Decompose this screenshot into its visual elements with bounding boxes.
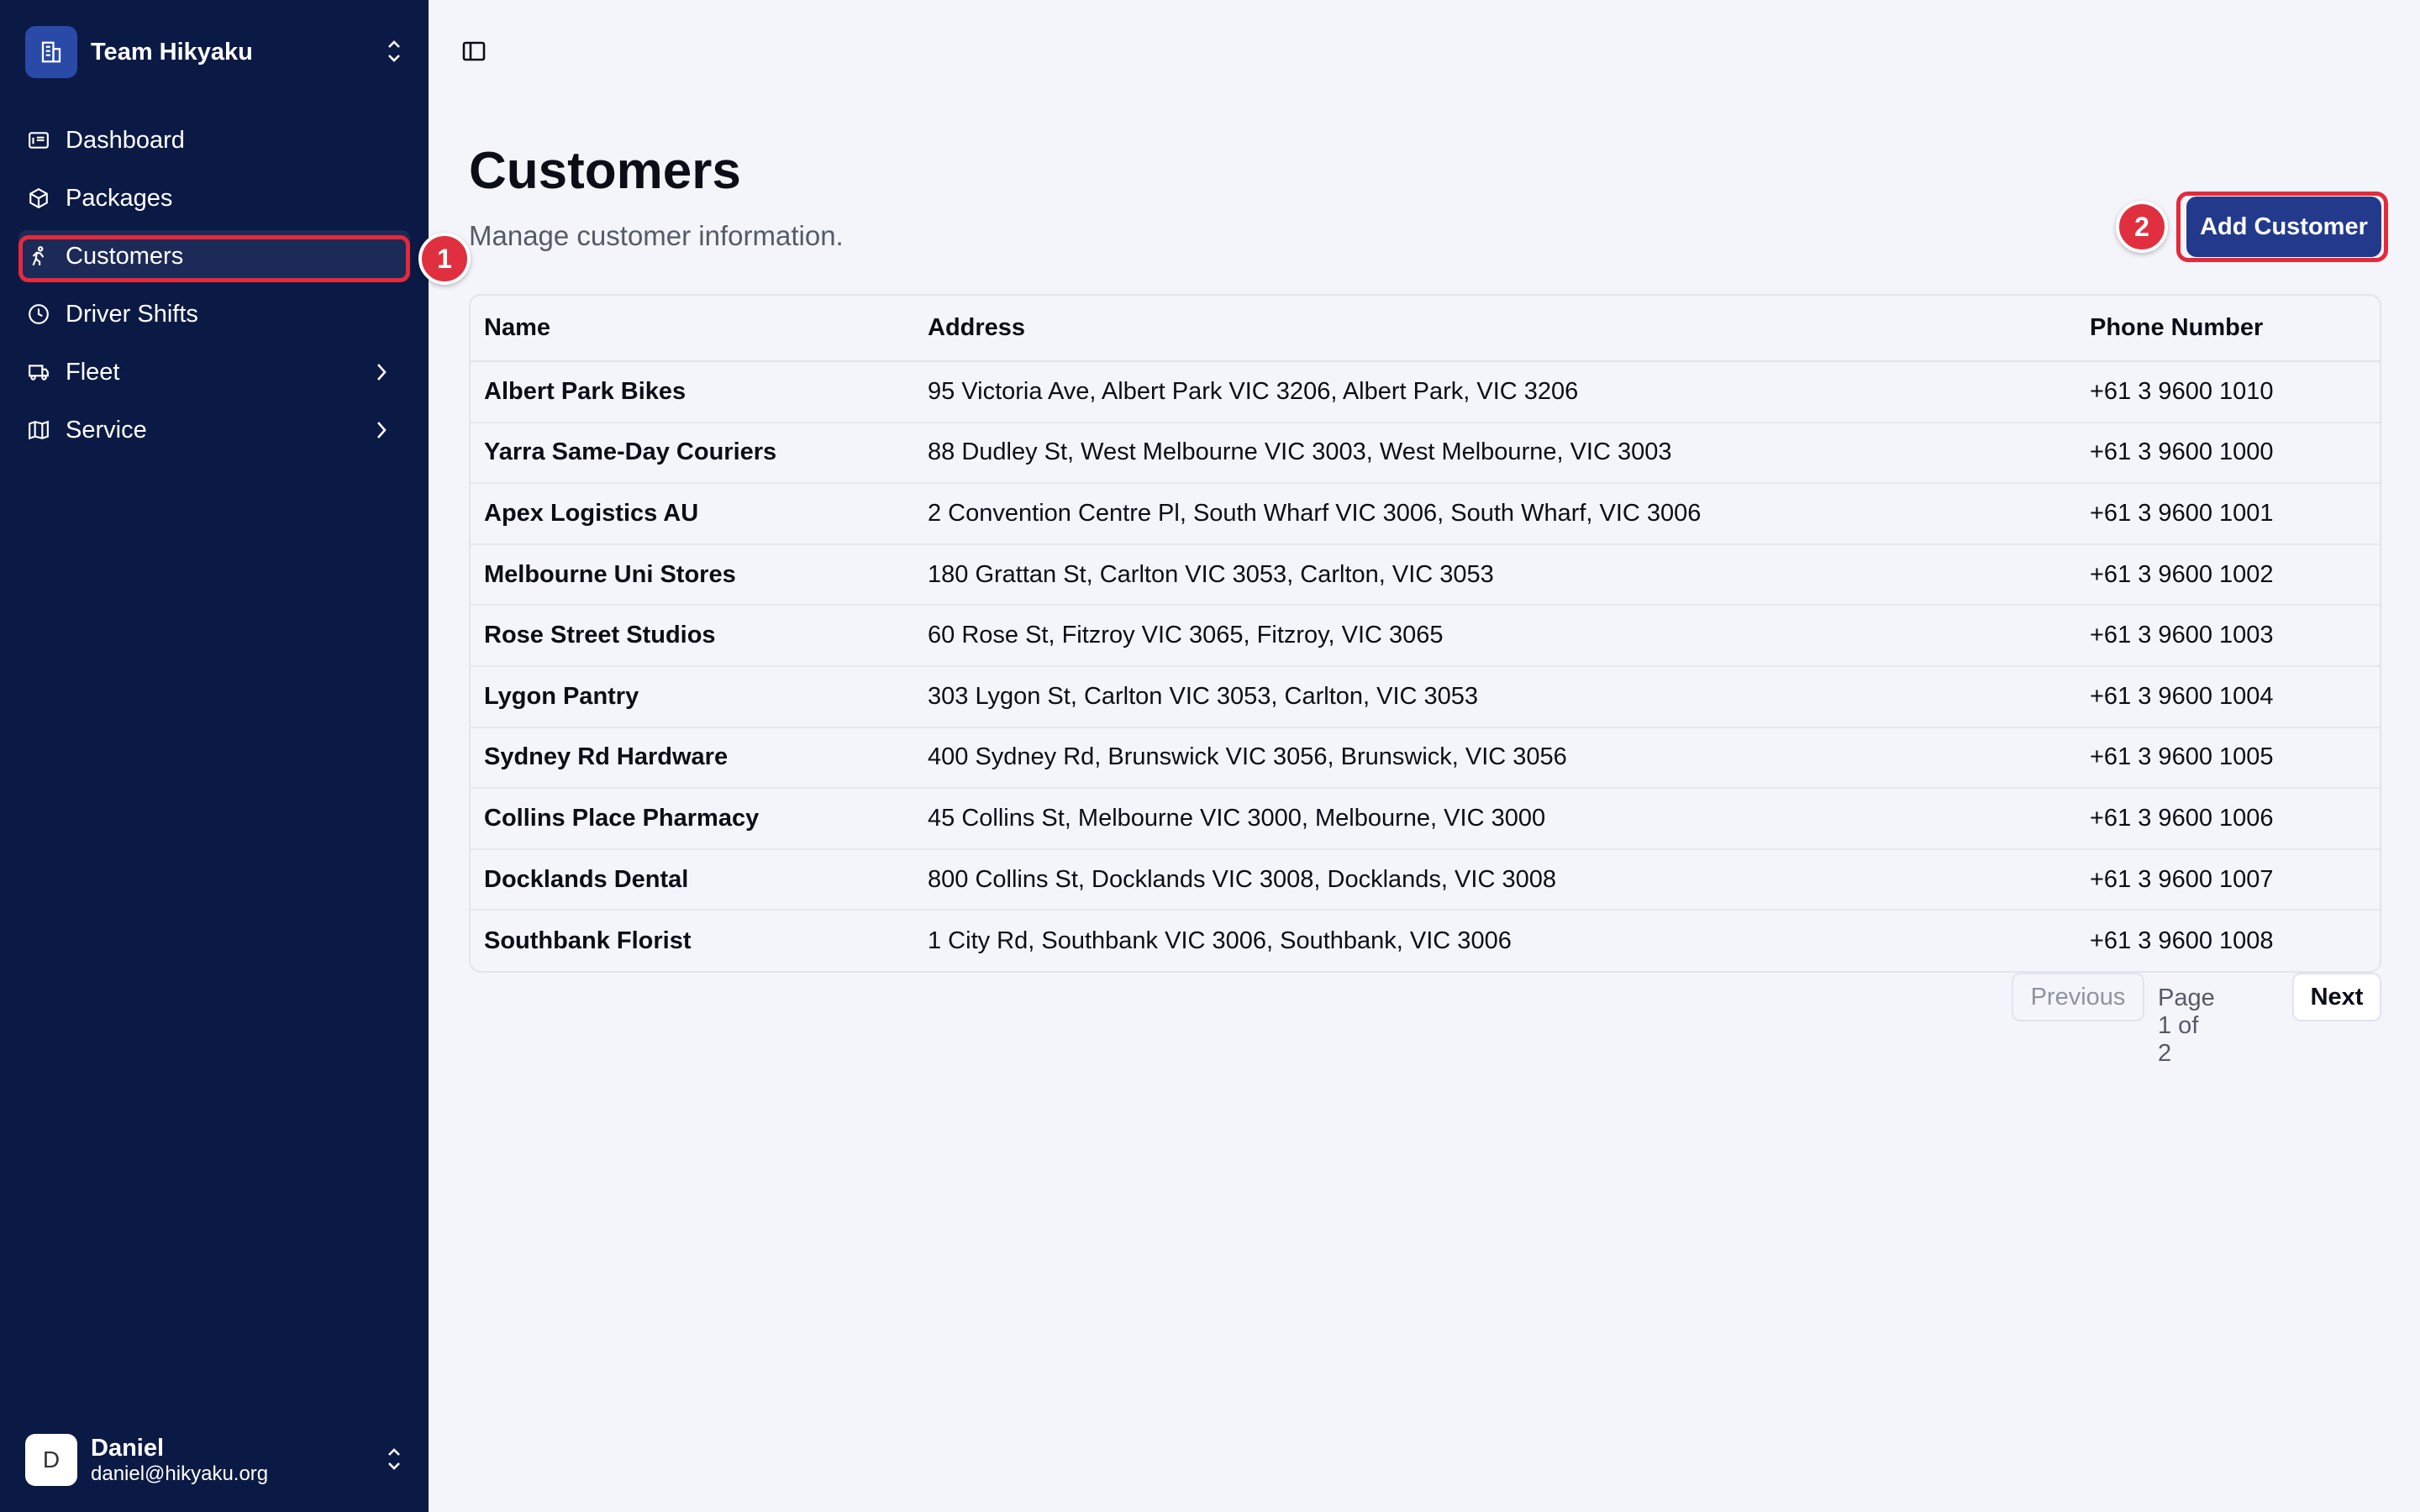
user-name: Daniel bbox=[91, 1434, 165, 1462]
customer-phone: +61 3 9600 1007 bbox=[2076, 848, 2380, 911]
customer-phone: +61 3 9600 1003 bbox=[2076, 605, 2380, 667]
customer-address: 95 Victoria Ave, Albert Park VIC 3206, A… bbox=[914, 361, 2076, 423]
column-header-name[interactable]: Name bbox=[471, 296, 914, 362]
customer-phone: +61 3 9600 1001 bbox=[2076, 483, 2380, 545]
customer-name: Rose Street Studios bbox=[471, 605, 914, 667]
column-header-phone[interactable]: Phone Number bbox=[2076, 296, 2380, 362]
table-row[interactable]: Albert Park Bikes 95 Victoria Ave, Alber… bbox=[471, 361, 2380, 423]
sidebar-item-label: Customers bbox=[66, 242, 184, 270]
customer-phone: +61 3 9600 1000 bbox=[2076, 422, 2380, 485]
customer-address: 180 Grattan St, Carlton VIC 3053, Carlto… bbox=[914, 543, 2076, 606]
customer-name: Collins Place Pharmacy bbox=[471, 788, 914, 850]
previous-page-button[interactable]: Previous bbox=[2012, 973, 2144, 1021]
customer-phone: +61 3 9600 1008 bbox=[2090, 927, 2274, 954]
customer-address: 800 Collins St, Docklands VIC 3008, Dock… bbox=[914, 848, 2076, 911]
page-subtitle: Manage customer information. bbox=[469, 220, 844, 251]
customer-address: 88 Dudley St, West Melbourne VIC 3003, W… bbox=[914, 422, 2076, 485]
customer-phone: +61 3 9600 1010 bbox=[2076, 361, 2380, 423]
team-name: Team Hikyaku bbox=[91, 38, 253, 66]
add-customer-button[interactable]: Add Customer bbox=[2186, 197, 2381, 257]
sidebar-item-label: Service bbox=[66, 416, 147, 444]
sidebar-item-driver-shifts[interactable]: Driver Shifts bbox=[18, 288, 410, 340]
customer-name: Docklands Dental bbox=[471, 848, 914, 911]
customer-phone: +61 3 9600 1002 bbox=[2076, 543, 2380, 606]
customer-address: 2 Convention Centre Pl, South Wharf VIC … bbox=[914, 483, 2076, 545]
customer-name: Melbourne Uni Stores bbox=[471, 543, 914, 606]
page-title: Customers bbox=[469, 142, 741, 200]
table-row[interactable]: Lygon Pantry 303 Lygon St, Carlton VIC 3… bbox=[471, 665, 2380, 728]
page-indicator: Page 1 of 2 bbox=[2158, 984, 2215, 1067]
sidebar-item-label: Dashboard bbox=[66, 126, 185, 154]
clock-icon bbox=[27, 302, 50, 326]
customer-name: Southbank Florist bbox=[484, 927, 692, 954]
user-email: daniel@hikyaku.org bbox=[91, 1462, 269, 1485]
customer-phone: +61 3 9600 1006 bbox=[2076, 788, 2380, 850]
table-row[interactable]: Yarra Same-Day Couriers 88 Dudley St, We… bbox=[471, 422, 2380, 485]
table-row[interactable]: Sydney Rd Hardware 400 Sydney Rd, Brunsw… bbox=[471, 727, 2380, 790]
sidebar-item-fleet[interactable]: Fleet bbox=[18, 346, 410, 398]
table-row[interactable]: Rose Street Studios 60 Rose St, Fitzroy … bbox=[471, 605, 2380, 667]
chevron-right-icon bbox=[375, 361, 388, 390]
customer-address: 1 City Rd, Southbank VIC 3006, Southbank… bbox=[928, 927, 1512, 954]
customer-phone: +61 3 9600 1004 bbox=[2076, 665, 2380, 728]
customer-name: Albert Park Bikes bbox=[471, 361, 914, 423]
sidebar: Team Hikyaku Dashboard Packages Customer… bbox=[0, 0, 429, 1512]
sidebar-item-service[interactable]: Service bbox=[18, 404, 410, 456]
customer-address: 60 Rose St, Fitzroy VIC 3065, Fitzroy, V… bbox=[914, 605, 2076, 667]
chevrons-up-down-icon bbox=[385, 37, 403, 70]
customer-address: 45 Collins St, Melbourne VIC 3000, Melbo… bbox=[914, 788, 2076, 850]
table-row[interactable]: Southbank Florist 1 City Rd, Southbank V… bbox=[471, 910, 2380, 971]
sidebar-toggle-icon[interactable] bbox=[462, 40, 489, 64]
customer-name: Sydney Rd Hardware bbox=[471, 727, 914, 790]
customer-name: Lygon Pantry bbox=[471, 665, 914, 728]
table-header-row: Name Address Phone Number bbox=[471, 296, 2380, 362]
customers-table: Name Address Phone Number Albert Park Bi… bbox=[469, 294, 2381, 973]
package-icon bbox=[27, 186, 50, 210]
sidebar-item-packages[interactable]: Packages bbox=[18, 172, 410, 224]
table-row[interactable]: Melbourne Uni Stores 180 Grattan St, Car… bbox=[471, 543, 2380, 606]
customer-name: Apex Logistics AU bbox=[471, 483, 914, 545]
team-switcher[interactable]: Team Hikyaku bbox=[25, 25, 403, 79]
truck-icon bbox=[27, 360, 50, 384]
next-page-button[interactable]: Next bbox=[2292, 973, 2381, 1021]
map-icon bbox=[27, 418, 50, 442]
customer-address: 400 Sydney Rd, Brunswick VIC 3056, Bruns… bbox=[914, 727, 2076, 790]
user-menu[interactable]: D Daniel daniel@hikyaku.org bbox=[25, 1433, 403, 1487]
chevron-right-icon bbox=[375, 419, 388, 448]
step-badge-2: 2 bbox=[2116, 201, 2168, 253]
sidebar-item-label: Driver Shifts bbox=[66, 300, 198, 328]
sidebar-item-label: Packages bbox=[66, 184, 173, 212]
column-header-address[interactable]: Address bbox=[914, 296, 2076, 362]
avatar: D bbox=[25, 1434, 77, 1486]
table-row[interactable]: Docklands Dental 800 Collins St, Docklan… bbox=[471, 848, 2380, 911]
table-row[interactable]: Apex Logistics AU 2 Convention Centre Pl… bbox=[471, 483, 2380, 545]
customer-name: Yarra Same-Day Couriers bbox=[471, 422, 914, 485]
building-icon bbox=[25, 26, 77, 78]
sidebar-nav: Dashboard Packages Customers Driver Shif… bbox=[18, 114, 410, 462]
sidebar-item-label: Fleet bbox=[66, 358, 120, 386]
table-row[interactable]: Collins Place Pharmacy 45 Collins St, Me… bbox=[471, 788, 2380, 850]
sidebar-item-customers[interactable]: Customers bbox=[18, 230, 410, 282]
chevrons-up-down-icon bbox=[385, 1445, 403, 1478]
dashboard-icon bbox=[27, 129, 50, 152]
customer-icon bbox=[27, 244, 50, 268]
customer-address: 303 Lygon St, Carlton VIC 3053, Carlton,… bbox=[914, 665, 2076, 728]
step-badge-1: 1 bbox=[418, 233, 471, 285]
sidebar-item-dashboard[interactable]: Dashboard bbox=[18, 114, 410, 166]
customer-phone: +61 3 9600 1005 bbox=[2076, 727, 2380, 790]
